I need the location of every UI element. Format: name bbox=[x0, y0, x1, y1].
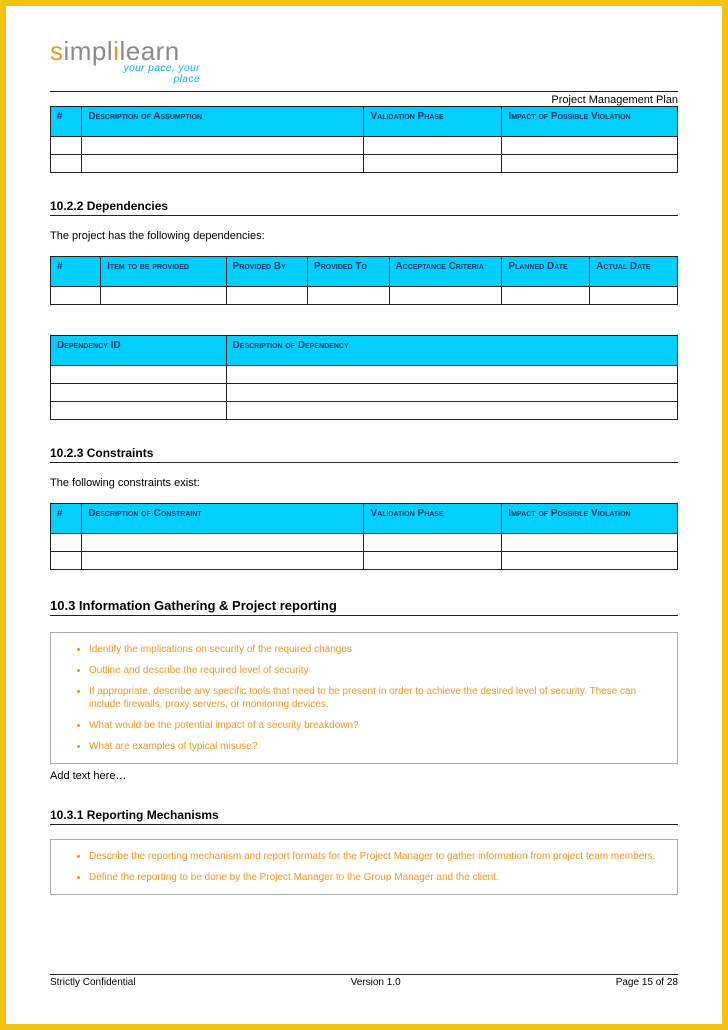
document-title: Project Management Plan bbox=[551, 94, 678, 106]
dependencies-table-2: Dependency ID Description of Dependency bbox=[50, 335, 678, 420]
col-num: # bbox=[51, 107, 82, 137]
col-by: Provided By bbox=[226, 257, 308, 287]
page-container: simplilearn your pace, your place Projec… bbox=[0, 0, 728, 1030]
constraints-table: # Description of Constraint Validation P… bbox=[50, 503, 678, 570]
heading-constraints: 10.2.3 Constraints bbox=[50, 446, 678, 463]
col-planned: Planned Date bbox=[502, 257, 590, 287]
dependencies-intro: The project has the following dependenci… bbox=[50, 230, 678, 242]
col-validation: Validation Phase bbox=[364, 504, 502, 534]
page-footer: Strictly Confidential Version 1.0 Page 1… bbox=[50, 974, 678, 988]
assumptions-table: # Description of Assumption Validation P… bbox=[50, 106, 678, 173]
footer-right: Page 15 of 28 bbox=[616, 977, 678, 988]
col-to: Provided To bbox=[308, 257, 390, 287]
heading-reporting-mechanisms: 10.3.1 Reporting Mechanisms bbox=[50, 808, 678, 825]
col-impact: Impact of Possible Violation bbox=[502, 107, 678, 137]
footer-center: Version 1.0 bbox=[351, 977, 401, 988]
logo: simplilearn your pace, your place bbox=[50, 36, 678, 85]
table-row bbox=[51, 552, 678, 570]
guidance-item: Outline and describe the required level … bbox=[89, 664, 665, 677]
table-row bbox=[51, 366, 678, 384]
constraints-intro: The following constraints exist: bbox=[50, 477, 678, 489]
col-item: Item to be provided bbox=[101, 257, 226, 287]
dependencies-table-1: # Item to be provided Provided By Provid… bbox=[50, 256, 678, 305]
guidance-item: Identify the implications on security of… bbox=[89, 643, 665, 656]
col-num: # bbox=[51, 257, 101, 287]
col-impact: Impact of Possible Violation bbox=[502, 504, 678, 534]
col-dep-id: Dependency ID bbox=[51, 336, 227, 366]
col-num: # bbox=[51, 504, 82, 534]
heading-info-gathering: 10.3 Information Gathering & Project rep… bbox=[50, 598, 678, 616]
add-text-placeholder: Add text here… bbox=[50, 770, 678, 782]
table-row bbox=[51, 137, 678, 155]
guidance-item: What would be the potential impact of a … bbox=[89, 719, 665, 732]
guidance-item: If appropriate, describe any specific to… bbox=[89, 685, 665, 711]
col-desc: Description of Assumption bbox=[82, 107, 364, 137]
header-rule bbox=[50, 91, 678, 92]
col-dep-desc: Description of Dependency bbox=[226, 336, 677, 366]
col-desc: Description of Constraint bbox=[82, 504, 364, 534]
table-row bbox=[51, 402, 678, 420]
guidance-item: Define the reporting to be done by the P… bbox=[89, 871, 665, 884]
col-validation: Validation Phase bbox=[364, 107, 502, 137]
guidance-item: Describe the reporting mechanism and rep… bbox=[89, 850, 665, 863]
table-row bbox=[51, 384, 678, 402]
guidance-box-1031: Describe the reporting mechanism and rep… bbox=[50, 839, 678, 895]
guidance-box-103: Identify the implications on security of… bbox=[50, 632, 678, 764]
col-criteria: Acceptance Criteria bbox=[389, 257, 502, 287]
table-row bbox=[51, 287, 678, 305]
logo-tagline: your pace, your place bbox=[50, 63, 200, 85]
table-row bbox=[51, 155, 678, 173]
col-actual: Actual Date bbox=[590, 257, 678, 287]
footer-left: Strictly Confidential bbox=[50, 977, 136, 988]
heading-dependencies: 10.2.2 Dependencies bbox=[50, 199, 678, 216]
guidance-item: What are examples of typical misuse? bbox=[89, 740, 665, 753]
table-row bbox=[51, 534, 678, 552]
